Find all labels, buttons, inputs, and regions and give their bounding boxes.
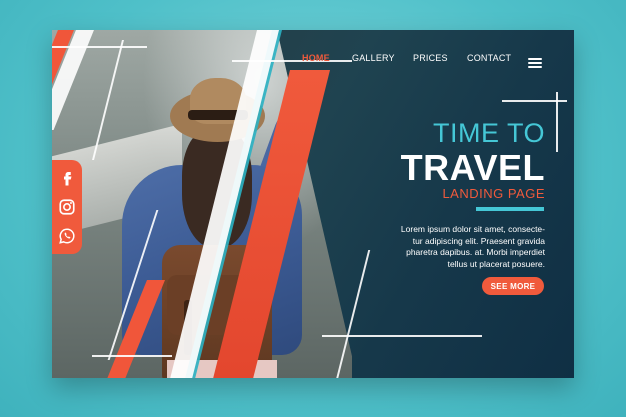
landing-card	[52, 30, 574, 378]
hero-kicker: LANDING PAGE	[442, 186, 545, 201]
nav-contact[interactable]: CONTACT	[467, 53, 511, 63]
body-line: pharetra dapibus. at. Morbi imperdiet	[406, 247, 545, 257]
see-more-label: SEE MORE	[490, 281, 536, 291]
hamburger-menu-icon[interactable]	[528, 58, 542, 68]
hero-title: TRAVEL	[400, 147, 545, 188]
instagram-icon[interactable]	[58, 198, 76, 216]
body-line: tellus ut placerat posuere.	[447, 258, 545, 269]
whatsapp-icon[interactable]	[58, 227, 76, 245]
nav-gallery[interactable]: GALLERY	[352, 53, 395, 63]
hero-body-text: Lorem ipsum dolor sit amet, consecte- tu…	[360, 224, 545, 270]
facebook-icon[interactable]	[58, 169, 76, 187]
nav-home[interactable]: HOME	[302, 53, 330, 63]
hero-subtitle: TIME TO	[432, 118, 545, 148]
decor-line	[92, 355, 172, 357]
body-line: Lorem ipsum dolor sit amet, consecte-	[400, 224, 545, 234]
decor-line	[52, 46, 147, 48]
see-more-button[interactable]: SEE MORE	[482, 277, 544, 295]
social-bar	[52, 160, 82, 254]
hero-underline	[476, 207, 544, 211]
decor-line	[232, 60, 352, 62]
nav-prices[interactable]: PRICES	[413, 53, 448, 63]
decor-line	[556, 92, 558, 152]
body-line: tur adipiscing elit. Praesent gravida	[412, 235, 545, 246]
